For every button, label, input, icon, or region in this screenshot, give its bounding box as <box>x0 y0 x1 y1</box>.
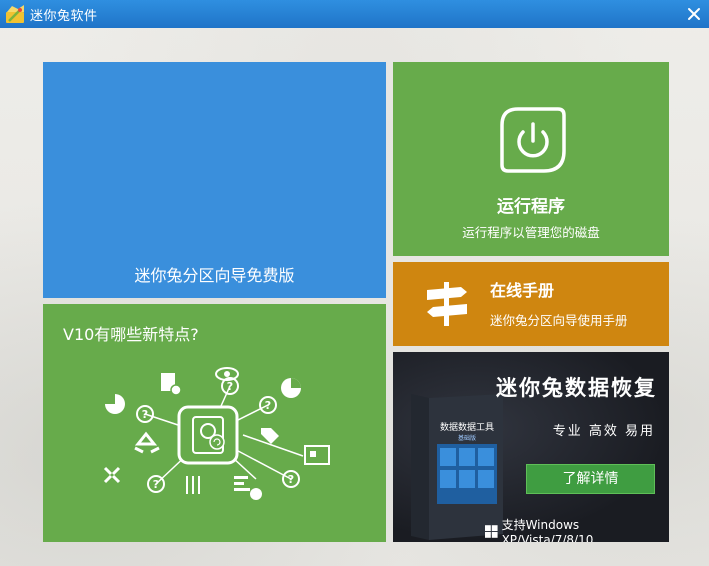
app-icon <box>6 5 24 23</box>
svg-text:?: ? <box>142 408 148 421</box>
run-program-subtitle: 运行程序以管理您的磁盘 <box>462 225 600 240</box>
window-title: 迷你兔软件 <box>30 9 98 24</box>
manual-tile[interactable]: 在线手册 迷你兔分区向导使用手册 <box>393 262 669 346</box>
support-text: 支持Windows XP/Vista/7/8/10 <box>501 518 594 542</box>
ad-subtitle: 专业 高效 易用 <box>552 424 655 439</box>
svg-text:?: ? <box>288 473 294 486</box>
run-program-title: 运行程序 <box>497 197 565 217</box>
signpost-icon <box>427 282 467 326</box>
support-note: 支持Windows XP/Vista/7/8/10 <box>485 516 669 542</box>
data-recovery-ad-tile[interactable]: 数据数据工具 基础版 迷你兔数据恢复 专业 高效 易用 了解详情 支持Windo… <box>393 352 669 542</box>
new-features-tile[interactable]: V10有哪些新特点? ? ? ? ? ? <box>43 304 386 542</box>
manual-title: 在线手册 <box>490 281 555 300</box>
box-label: 数据数据工具 <box>440 421 494 433</box>
run-program-tile[interactable]: 运行程序 运行程序以管理您的磁盘 <box>393 62 669 256</box>
manual-subtitle: 迷你兔分区向导使用手册 <box>490 313 628 328</box>
free-edition-tile[interactable]: 迷你兔分区向导免费版 <box>43 62 386 298</box>
ad-title: 迷你兔数据恢复 <box>496 376 657 400</box>
windows-icon <box>485 525 498 538</box>
svg-text:?: ? <box>153 478 159 491</box>
close-icon[interactable] <box>683 3 705 25</box>
learn-more-button[interactable]: 了解详情 <box>526 464 655 494</box>
title-bar: 迷你兔软件 <box>0 0 709 28</box>
power-icon <box>500 107 566 173</box>
svg-text:?: ? <box>227 380 233 393</box>
svg-text:?: ? <box>265 399 271 412</box>
box-edition: 基础版 <box>458 434 476 442</box>
free-edition-label: 迷你兔分区向导免费版 <box>134 266 295 285</box>
disk-hub-icon: ? ? ? ? ? <box>103 367 330 500</box>
